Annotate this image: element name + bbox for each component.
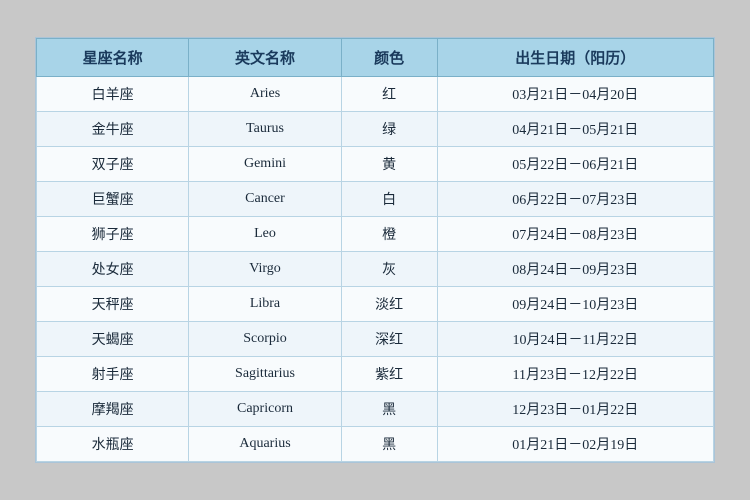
cell-color: 黑 xyxy=(341,427,437,462)
cell-chinese-name: 天蝎座 xyxy=(37,322,189,357)
cell-chinese-name: 天秤座 xyxy=(37,287,189,322)
zodiac-table-container: 星座名称 英文名称 颜色 出生日期（阳历） 白羊座Aries红03月21日－04… xyxy=(35,37,715,463)
cell-english-name: Libra xyxy=(189,287,341,322)
cell-color: 红 xyxy=(341,77,437,112)
cell-chinese-name: 水瓶座 xyxy=(37,427,189,462)
cell-chinese-name: 双子座 xyxy=(37,147,189,182)
table-row: 摩羯座Capricorn黑12月23日－01月22日 xyxy=(37,392,714,427)
cell-chinese-name: 摩羯座 xyxy=(37,392,189,427)
cell-english-name: Cancer xyxy=(189,182,341,217)
cell-english-name: Virgo xyxy=(189,252,341,287)
cell-english-name: Leo xyxy=(189,217,341,252)
cell-chinese-name: 巨蟹座 xyxy=(37,182,189,217)
table-body: 白羊座Aries红03月21日－04月20日金牛座Taurus绿04月21日－0… xyxy=(37,77,714,462)
table-row: 射手座Sagittarius紫红11月23日－12月22日 xyxy=(37,357,714,392)
cell-dates: 11月23日－12月22日 xyxy=(437,357,713,392)
header-chinese-name: 星座名称 xyxy=(37,39,189,77)
cell-chinese-name: 白羊座 xyxy=(37,77,189,112)
cell-chinese-name: 狮子座 xyxy=(37,217,189,252)
cell-dates: 06月22日－07月23日 xyxy=(437,182,713,217)
cell-english-name: Taurus xyxy=(189,112,341,147)
cell-english-name: Scorpio xyxy=(189,322,341,357)
cell-color: 紫红 xyxy=(341,357,437,392)
cell-english-name: Aquarius xyxy=(189,427,341,462)
cell-color: 黑 xyxy=(341,392,437,427)
cell-dates: 07月24日－08月23日 xyxy=(437,217,713,252)
cell-color: 淡红 xyxy=(341,287,437,322)
cell-dates: 12月23日－01月22日 xyxy=(437,392,713,427)
table-row: 天秤座Libra淡红09月24日－10月23日 xyxy=(37,287,714,322)
cell-english-name: Gemini xyxy=(189,147,341,182)
cell-chinese-name: 金牛座 xyxy=(37,112,189,147)
table-header-row: 星座名称 英文名称 颜色 出生日期（阳历） xyxy=(37,39,714,77)
cell-dates: 09月24日－10月23日 xyxy=(437,287,713,322)
cell-chinese-name: 射手座 xyxy=(37,357,189,392)
zodiac-table: 星座名称 英文名称 颜色 出生日期（阳历） 白羊座Aries红03月21日－04… xyxy=(36,38,714,462)
cell-color: 深红 xyxy=(341,322,437,357)
table-row: 处女座Virgo灰08月24日－09月23日 xyxy=(37,252,714,287)
cell-dates: 05月22日－06月21日 xyxy=(437,147,713,182)
cell-chinese-name: 处女座 xyxy=(37,252,189,287)
cell-dates: 04月21日－05月21日 xyxy=(437,112,713,147)
cell-english-name: Capricorn xyxy=(189,392,341,427)
cell-english-name: Aries xyxy=(189,77,341,112)
cell-color: 橙 xyxy=(341,217,437,252)
cell-english-name: Sagittarius xyxy=(189,357,341,392)
table-row: 巨蟹座Cancer白06月22日－07月23日 xyxy=(37,182,714,217)
cell-dates: 10月24日－11月22日 xyxy=(437,322,713,357)
cell-color: 黄 xyxy=(341,147,437,182)
cell-color: 白 xyxy=(341,182,437,217)
table-row: 白羊座Aries红03月21日－04月20日 xyxy=(37,77,714,112)
cell-dates: 08月24日－09月23日 xyxy=(437,252,713,287)
cell-dates: 03月21日－04月20日 xyxy=(437,77,713,112)
table-row: 双子座Gemini黄05月22日－06月21日 xyxy=(37,147,714,182)
cell-color: 绿 xyxy=(341,112,437,147)
table-row: 水瓶座Aquarius黑01月21日－02月19日 xyxy=(37,427,714,462)
header-color: 颜色 xyxy=(341,39,437,77)
cell-dates: 01月21日－02月19日 xyxy=(437,427,713,462)
cell-color: 灰 xyxy=(341,252,437,287)
table-row: 天蝎座Scorpio深红10月24日－11月22日 xyxy=(37,322,714,357)
table-row: 狮子座Leo橙07月24日－08月23日 xyxy=(37,217,714,252)
header-english-name: 英文名称 xyxy=(189,39,341,77)
header-birthdate: 出生日期（阳历） xyxy=(437,39,713,77)
table-row: 金牛座Taurus绿04月21日－05月21日 xyxy=(37,112,714,147)
